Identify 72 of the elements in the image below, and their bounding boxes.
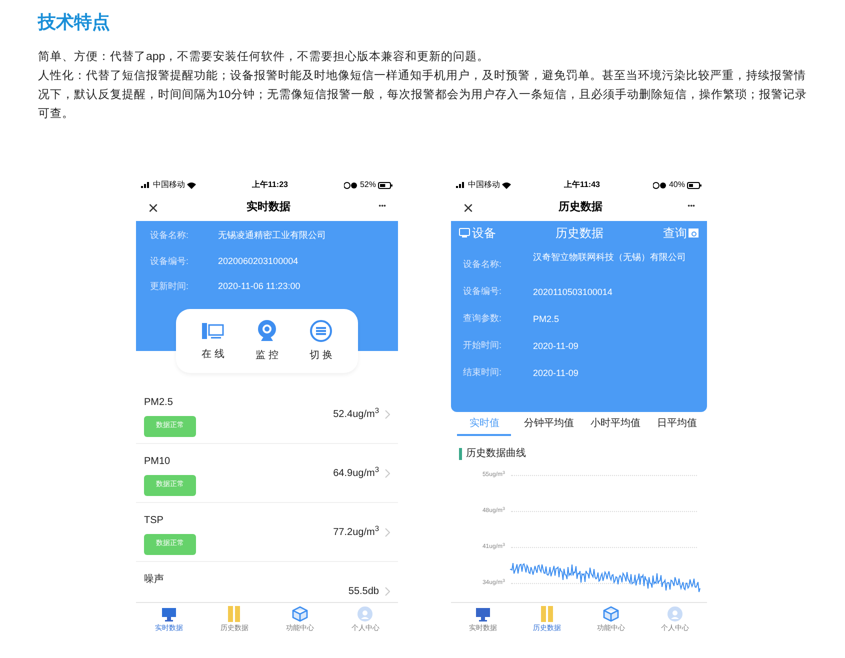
reading-name: 噪声 [144,572,165,587]
section-heading: 技术特点 [38,11,111,34]
chevron-icon [385,469,390,478]
segment-tab[interactable]: 小时平均值 [586,416,644,436]
switch-icon [310,320,332,342]
signal-icon [141,182,151,188]
cube-icon [292,606,308,622]
info-value: 2020-11-09 [533,366,578,380]
info-label: 结束时间: [463,366,503,378]
close-button[interactable]: × [463,198,474,216]
computer-icon [202,320,224,340]
segment-tab[interactable]: 分钟平均值 [520,416,578,436]
nav-title: 实时数据 [246,200,291,216]
info-value: 2020-11-06 11:23:00 [218,280,300,293]
segment-tab[interactable]: 实时值 [457,416,512,436]
battery-icon [686,182,702,188]
section-marker [459,448,462,460]
status-time: 上午11:43 [564,179,600,191]
info-label: 设备编号: [463,284,503,298]
close-button[interactable]: × [148,198,159,216]
device-link[interactable]: 设备 [472,224,496,242]
action-button[interactable]: 在 线 [202,320,224,362]
chevron-icon [385,587,390,596]
books-icon [540,606,554,622]
device-icon [459,228,470,238]
info-label: 查询参数: [463,312,503,324]
info-value: 汉奇智立物联网科技（无锡）有限公司 [533,251,686,264]
battery-icon [378,182,393,188]
monitor-icon [160,606,177,622]
feature-paragraph: 人性化：代替了短信报警提醒功能；设备报警时能及时地像短信一样通知手机用户，及时预警，避免罚单。甚至当环境污染比较严重，持续报警情况下，默认反复提醒，时间间隔为10分钟；无需像短信报警一般，每次报警都会为用户存入一条短信，且必须手动删除短信，操作繁琐；报警记录可查。 [38,68,808,122]
wifi-icon [502,182,511,188]
books-icon [227,606,242,622]
info-value: 无锡凌通精密工业有限公司 [218,229,326,242]
reading-value: 77.2ug/m$^{3}$ [333,525,379,540]
reading-value: 55.5db [348,585,379,599]
info-value: 2020110503100014 [533,286,612,298]
monitor-icon [475,606,491,622]
section-title: 历史数据曲线 [466,446,526,461]
info-label: 更新时间: [150,280,190,293]
reading-name: PM2.5 [144,396,174,410]
reading-name: PM10 [144,455,172,469]
query-link[interactable]: 查询 [663,224,687,242]
segment-tab[interactable]: 日平均值 [652,416,701,436]
battery-percent: 40% [668,179,685,191]
wifi-icon [187,182,196,188]
battery-percent: 52% [360,179,376,191]
action-button[interactable]: 监 控 [256,320,278,362]
reading-value: 64.9ug/m$^{3}$ [333,466,379,481]
search-icon [688,228,699,238]
reading-value: 52.4ug/m$^{3}$ [333,407,379,422]
carrier-name: 中国移动 [468,179,500,191]
cube-icon [603,606,619,622]
chevron-icon [385,528,390,537]
status-time: 上午11:23 [252,179,288,191]
nav-title: 历史数据 [558,200,603,216]
feature-paragraph: 简单、方便：代替了app，不需要安装任何软件，不需要担心版本兼容和更新的问题。 [38,49,490,65]
action-button[interactable]: 切 换 [310,320,332,362]
reading-name: TSP [144,514,164,528]
info-value: 2020-11-09 [533,340,578,352]
info-label: 设备名称: [463,258,503,271]
info-label: 设备名称: [150,229,190,242]
person-icon [357,606,374,622]
info-label: 开始时间: [463,338,503,352]
info-value: 2020060203100004 [218,254,298,268]
chevron-icon [385,410,390,419]
info-value: PM2.5 [533,312,560,326]
signal-icon [456,182,466,188]
panel-title: 历史数据 [556,225,604,242]
person-icon [667,606,683,622]
webcam-icon [256,320,278,342]
info-label: 设备编号: [150,254,190,268]
carrier-name: 中国移动 [153,179,185,191]
